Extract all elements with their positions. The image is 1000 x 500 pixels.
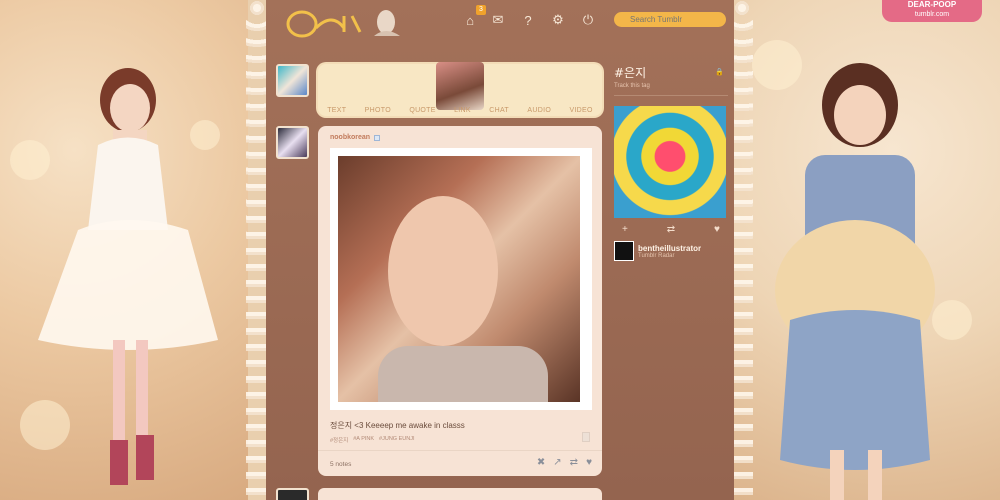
next-post-avatar[interactable]: [276, 488, 309, 500]
radar-artwork[interactable]: [614, 106, 726, 218]
search-input[interactable]: [614, 12, 726, 27]
post-photo[interactable]: [330, 148, 592, 410]
post-notes[interactable]: 5 notes: [330, 461, 351, 468]
composer-tab-audio[interactable]: AUDIO: [527, 107, 551, 114]
composer-tab-quote[interactable]: QUOTE: [409, 107, 435, 114]
post-tag[interactable]: #JUNG EUNJI: [379, 436, 414, 444]
composer-tab-chat[interactable]: CHAT: [489, 107, 509, 114]
brand-badge[interactable]: DEAR-POOP tumblr.com: [882, 0, 982, 22]
tags-toggle[interactable]: [582, 432, 590, 442]
reblog-icon[interactable]: ⇄: [570, 457, 578, 468]
composer-tab-text[interactable]: TEXT: [327, 107, 346, 114]
radar-user-avatar: [614, 241, 634, 261]
mail-icon[interactable]: ✉: [490, 12, 506, 28]
next-post-card: [318, 488, 602, 500]
sidebar: #은지 🔒 Track this tag + ⇄ ♥ bentheillustr…: [614, 64, 728, 261]
post-divider: [318, 450, 602, 451]
add-icon[interactable]: +: [622, 224, 628, 235]
user-avatar[interactable]: [276, 64, 309, 97]
post-tags: #정은지 #A PINK #JUNG EUNJI: [330, 436, 415, 444]
post-tag[interactable]: #A PINK: [353, 436, 374, 444]
top-bar: ⌂ 3 ✉ ? ⚙ ⏻ ⚲: [266, 0, 734, 42]
lace-border-right: [731, 0, 753, 500]
follow-icon[interactable]: [374, 135, 380, 141]
composer-tabs: TEXT PHOTO QUOTE LINK CHAT AUDIO VIDEO: [318, 107, 602, 114]
post-card: noobkorean 정은지 <3 Keeeep me awake in cla…: [318, 126, 602, 476]
composer-tab-link[interactable]: LINK: [454, 107, 471, 114]
post-tag[interactable]: #정은지: [330, 436, 348, 444]
composer-tab-video[interactable]: VIDEO: [569, 107, 592, 114]
radar-user-name[interactable]: bentheillustrator: [638, 244, 701, 253]
girl-left-image: [38, 68, 218, 485]
girl-right-image: [775, 63, 935, 500]
radar-actions: + ⇄ ♥: [614, 218, 728, 235]
post-caption: 정은지 <3 Keeeep me awake in classs: [330, 421, 465, 430]
background-right: [732, 0, 1000, 500]
lock-icon: 🔒: [715, 69, 724, 76]
share-icon[interactable]: ↗: [553, 457, 561, 468]
main-column: ⌂ 3 ✉ ? ⚙ ⏻ ⚲ TEXT PHOTO QUOTE LINK CHAT…: [266, 0, 734, 500]
lace-border-left: [246, 0, 268, 500]
tag-title[interactable]: #은지: [614, 64, 728, 81]
gear-icon[interactable]: ⚙: [550, 12, 566, 28]
brand-url: tumblr.com: [914, 11, 950, 18]
notification-badge: 3: [476, 5, 486, 15]
track-tag-link[interactable]: Track this tag: [614, 83, 728, 89]
composer-banner-image: [436, 62, 484, 110]
help-icon[interactable]: ?: [520, 12, 536, 28]
apink-logo[interactable]: [282, 6, 402, 40]
radar-user-role: Tumblr Radar: [638, 252, 675, 259]
post-actions: ✖ ↗ ⇄ ♥: [537, 457, 592, 468]
post-author-avatar[interactable]: [276, 126, 309, 159]
power-icon[interactable]: ⏻: [580, 12, 596, 28]
post-author[interactable]: noobkorean: [330, 134, 370, 141]
like-icon[interactable]: ♥: [586, 457, 592, 468]
background-left: [0, 0, 248, 500]
delete-icon[interactable]: ✖: [537, 457, 545, 468]
post-photo-image: [338, 156, 580, 402]
composer-tab-photo[interactable]: PHOTO: [365, 107, 391, 114]
brand-name: DEAR-POOP: [907, 0, 957, 9]
post-composer: TEXT PHOTO QUOTE LINK CHAT AUDIO VIDEO: [318, 62, 602, 116]
radar-user[interactable]: bentheillustrator Tumblr Radar: [614, 241, 728, 261]
like-icon[interactable]: ♥: [714, 224, 720, 235]
reblog-icon[interactable]: ⇄: [667, 224, 675, 235]
sidebar-divider: [614, 95, 728, 96]
